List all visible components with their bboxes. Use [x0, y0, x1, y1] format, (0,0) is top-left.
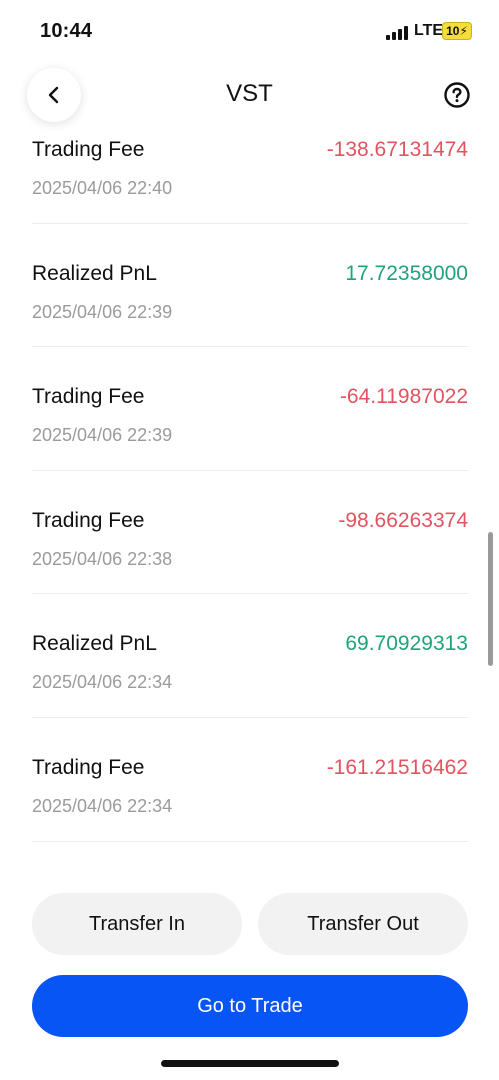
transaction-type: Trading Fee — [32, 508, 145, 532]
transfer-in-button[interactable]: Transfer In — [32, 893, 242, 955]
status-bar: 10:44 LTE 10⚡ — [0, 0, 499, 60]
transaction-amount: -138.67131474 — [326, 138, 468, 161]
transaction-time: 2025/04/06 22:40 — [32, 178, 173, 198]
transaction-time: 2025/04/06 22:34 — [32, 795, 173, 816]
transaction-time: 2025/04/06 22:39 — [32, 301, 173, 322]
battery-icon: 10⚡ — [442, 22, 472, 40]
header: VST — [0, 60, 499, 130]
question-circle-icon[interactable] — [444, 82, 470, 108]
transaction-time: 2025/04/06 22:39 — [32, 425, 173, 446]
page-title: VST — [226, 80, 273, 107]
transaction-amount: -98.66263374 — [338, 508, 468, 532]
list-item[interactable]: Trading Fee -64.11987022 2025/04/06 22:39 — [32, 347, 468, 471]
transaction-amount: -161.21516462 — [326, 755, 468, 779]
list-item[interactable]: Realized PnL 69.70929313 2025/04/06 22:34 — [32, 594, 468, 718]
go-to-trade-button[interactable]: Go to Trade — [32, 975, 468, 1037]
transaction-amount: 69.70929313 — [345, 632, 468, 656]
transaction-list[interactable]: Trading Fee -138.67131474 2025/04/06 22:40… — [0, 130, 499, 878]
home-indicator — [161, 1060, 339, 1067]
transaction-type: Realized PnL — [32, 632, 157, 656]
signal-icon — [386, 26, 408, 40]
transaction-time: 2025/04/06 22:38 — [32, 548, 173, 569]
transaction-type: Realized PnL — [32, 261, 157, 285]
transaction-type: Trading Fee — [32, 385, 145, 409]
scrollbar[interactable] — [488, 532, 493, 666]
list-item[interactable]: Realized PnL15.20500007 — [32, 842, 468, 878]
transaction-type: Trading Fee — [32, 138, 145, 161]
transfer-out-button[interactable]: Transfer Out — [258, 893, 468, 955]
transaction-amount: 17.72358000 — [345, 261, 468, 285]
list-item[interactable]: Trading Fee -98.66263374 2025/04/06 22:38 — [32, 471, 468, 595]
transaction-time: 2025/04/06 22:34 — [32, 672, 173, 693]
transaction-amount: -64.11987022 — [339, 385, 468, 409]
transaction-type: Trading Fee — [32, 755, 145, 779]
list-item[interactable]: Trading Fee -138.67131474 2025/04/06 22:40 — [32, 130, 468, 224]
list-item[interactable]: Trading Fee -161.21516462 2025/04/06 22:34 — [32, 718, 468, 842]
network-label: LTE — [414, 22, 444, 39]
status-time: 10:44 — [40, 20, 93, 42]
list-item[interactable]: Realized PnL 17.72358000 2025/04/06 22:39 — [32, 224, 468, 348]
battery-level: 10 — [446, 24, 460, 38]
